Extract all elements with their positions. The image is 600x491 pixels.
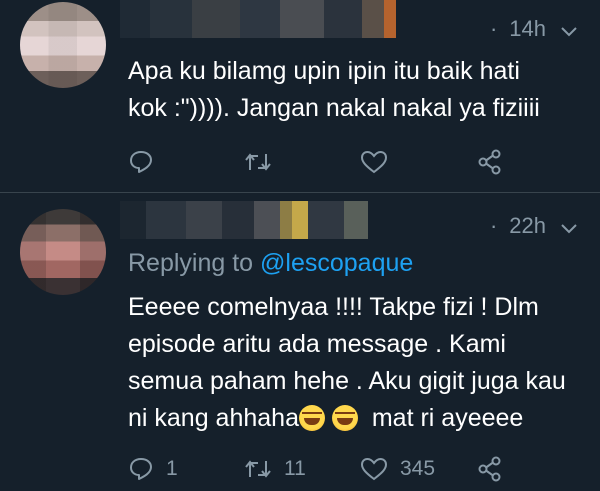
retweet-icon — [245, 460, 271, 478]
tweet-text-line: kok :")))). Jangan nakal nakal ya fiziii… — [128, 94, 540, 122]
tweet-text-line: episode aritu ada message . Kami — [128, 330, 506, 358]
heart-icon — [360, 457, 388, 481]
reply-icon — [130, 151, 152, 173]
avatar[interactable] — [20, 2, 106, 88]
timestamp[interactable]: 14h — [509, 16, 546, 42]
tweet-text: Apa ku bilamg upin ipin itu baik hati ko… — [128, 53, 568, 127]
tweet-1[interactable]: · 14h Apa ku bilamg upin ipin itu baik h… — [0, 0, 600, 192]
tweet-text-line: Apa ku bilamg upin ipin itu baik hati — [128, 57, 520, 85]
reply-count: 1 — [166, 457, 178, 480]
tweet-text: Eeeee comelnyaa !!!! Takpe fizi ! Dlm ep… — [128, 289, 568, 437]
tweet-2[interactable]: · 22h Replying to @lescopaque Eeeee come… — [0, 193, 600, 491]
share-button[interactable] — [476, 148, 504, 176]
tweet-text-line: Eeeee comelnyaa !!!! Takpe fizi ! Dlm — [128, 293, 539, 321]
tweet-text-line: semua paham hehe . Aku gigit juga kau — [128, 367, 566, 395]
avatar[interactable] — [20, 209, 106, 295]
chevron-down-icon[interactable] — [560, 217, 578, 235]
chevron-down-icon[interactable] — [560, 20, 578, 38]
action-bar: 1 11 345 — [128, 455, 504, 483]
username-blurred[interactable] — [120, 201, 368, 239]
retweet-count: 11 — [284, 457, 306, 480]
like-count: 345 — [400, 457, 436, 480]
share-icon — [478, 456, 501, 482]
like-button[interactable]: 345 — [360, 456, 476, 482]
reply-button[interactable]: 1 — [128, 456, 244, 482]
tweet-meta: · 22h — [490, 213, 578, 239]
tweet-meta: · 14h — [490, 16, 578, 42]
reply-icon — [130, 458, 152, 480]
reply-button[interactable] — [128, 149, 244, 175]
tweet-text-line: ni kang ahhaha mat ri ayeeee — [128, 400, 568, 437]
rolling-on-floor-laughing-emoji — [298, 405, 325, 431]
replying-to: Replying to @lescopaque — [128, 249, 413, 278]
retweet-icon — [245, 153, 271, 171]
timestamp[interactable]: 22h — [509, 213, 546, 239]
retweet-button[interactable]: 11 — [244, 457, 360, 481]
username-blurred[interactable] — [120, 0, 396, 38]
mention-link[interactable]: @lescopaque — [260, 249, 413, 277]
separator-dot: · — [489, 213, 498, 238]
separator-dot: · — [489, 16, 498, 41]
tweet-text-segment: ni kang ahhaha — [128, 404, 299, 432]
replying-label: Replying to — [128, 249, 254, 277]
action-bar — [128, 148, 504, 176]
heart-icon — [360, 150, 388, 174]
retweet-button[interactable] — [244, 150, 360, 174]
like-button[interactable] — [360, 149, 476, 175]
share-button[interactable] — [476, 455, 504, 483]
share-icon — [478, 149, 501, 175]
rolling-on-floor-laughing-emoji — [331, 405, 358, 431]
tweet-text-segment: mat ri ayeeee — [371, 404, 524, 432]
